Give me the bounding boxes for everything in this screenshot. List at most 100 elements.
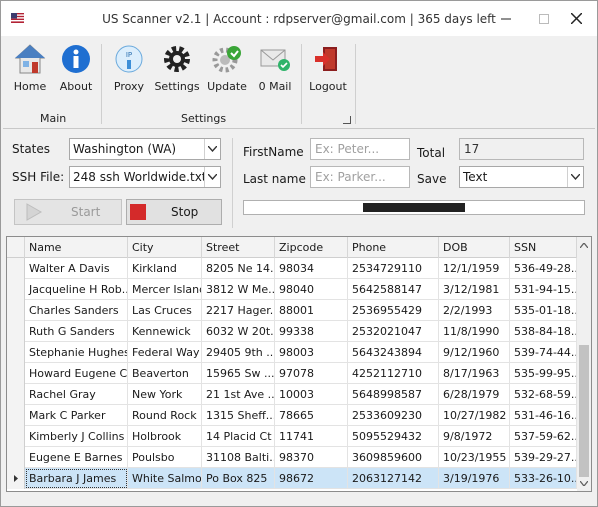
cell-dob[interactable]: 6/28/1979 xyxy=(439,384,510,405)
row-header[interactable] xyxy=(7,300,25,321)
logout-button[interactable]: Logout xyxy=(306,42,350,98)
row-header[interactable] xyxy=(7,405,25,426)
cell-ssn[interactable]: 531-94-15... xyxy=(510,279,577,300)
cell-ssn[interactable]: 535-01-18... xyxy=(510,300,577,321)
cell-city[interactable]: New York xyxy=(128,384,202,405)
lastname-field[interactable]: Ex: Parker... xyxy=(310,166,410,188)
cell-name[interactable]: Mark C Parker xyxy=(25,405,128,426)
home-button[interactable]: Home xyxy=(11,42,49,98)
column-header-zipcode[interactable]: Zipcode xyxy=(275,237,348,258)
cell-dob[interactable]: 2/2/1993 xyxy=(439,300,510,321)
cell-city[interactable]: Kirkland xyxy=(128,258,202,279)
cell-ssn[interactable]: 531-46-16... xyxy=(510,405,577,426)
mail-button[interactable]: 0 Mail xyxy=(253,42,297,98)
cell-city[interactable]: Mercer Island xyxy=(128,279,202,300)
cell-zipcode[interactable]: 97078 xyxy=(275,363,348,384)
table-row[interactable]: Stephanie Hughes Federal Way 29405 9th ...… xyxy=(7,342,577,363)
cell-dob[interactable]: 9/12/1960 xyxy=(439,342,510,363)
cell-name[interactable]: Stephanie Hughes xyxy=(25,342,128,363)
cell-zipcode[interactable]: 98040 xyxy=(275,279,348,300)
cell-dob[interactable]: 8/17/1963 xyxy=(439,363,510,384)
cell-street[interactable]: 14 Placid Ct xyxy=(202,426,275,447)
table-row[interactable]: Mark C Parker Round Rock 1315 Sheff... 7866… xyxy=(7,405,577,426)
save-format-dropdown[interactable]: Text xyxy=(459,166,584,188)
cell-ssn[interactable]: 539-74-44... xyxy=(510,342,577,363)
cell-name[interactable]: Barbara J James xyxy=(25,468,128,489)
cell-dob[interactable]: 3/19/1976 xyxy=(439,468,510,489)
table-row[interactable]: Rachel Gray New York 21 1st Ave ... 10003 56… xyxy=(7,384,577,405)
cell-city[interactable]: Beaverton xyxy=(128,363,202,384)
cell-name[interactable]: Ruth G Sanders xyxy=(25,321,128,342)
cell-dob[interactable]: 10/27/1982 xyxy=(439,405,510,426)
start-button[interactable]: Start xyxy=(14,199,122,225)
cell-street[interactable]: 21 1st Ave ... xyxy=(202,384,275,405)
close-button[interactable] xyxy=(553,1,598,36)
row-header[interactable] xyxy=(7,279,25,300)
cell-ssn[interactable]: 538-84-18... xyxy=(510,321,577,342)
cell-dob[interactable]: 10/23/1955 xyxy=(439,447,510,468)
dialog-launcher-icon[interactable] xyxy=(343,116,351,124)
cell-phone[interactable]: 5648998587 xyxy=(348,384,439,405)
cell-zipcode[interactable]: 78665 xyxy=(275,405,348,426)
column-header-name[interactable]: Name xyxy=(25,237,128,258)
about-button[interactable]: About xyxy=(57,42,95,98)
table-row[interactable]: Howard Eugene C... Beaverton 15965 Sw ... 9… xyxy=(7,363,577,384)
cell-street[interactable]: Po Box 825 xyxy=(202,468,275,489)
update-button[interactable]: Update xyxy=(205,42,249,98)
cell-phone[interactable]: 2534729110 xyxy=(348,258,439,279)
cell-name[interactable]: Rachel Gray xyxy=(25,384,128,405)
cell-phone[interactable]: 2536955429 xyxy=(348,300,439,321)
cell-phone[interactable]: 4252112710 xyxy=(348,363,439,384)
scroll-thumb[interactable] xyxy=(579,345,589,477)
results-grid[interactable]: Name City Street Zipcode Phone DOB SSN W… xyxy=(6,236,592,492)
states-dropdown[interactable]: Washington (WA) xyxy=(69,138,221,160)
cell-street[interactable]: 3812 W Me... xyxy=(202,279,275,300)
ssh-file-dropdown[interactable]: 248 ssh Worldwide.txt xyxy=(69,166,221,188)
cell-name[interactable]: Jacqueline H Rob... xyxy=(25,279,128,300)
cell-city[interactable]: White Salmon xyxy=(128,468,202,489)
cell-name[interactable]: Howard Eugene C... xyxy=(25,363,128,384)
cell-dob[interactable]: 12/1/1959 xyxy=(439,258,510,279)
row-header[interactable] xyxy=(7,447,25,468)
cell-city[interactable]: Las Cruces xyxy=(128,300,202,321)
vertical-scrollbar[interactable] xyxy=(577,237,591,491)
column-header-ssn[interactable]: SSN xyxy=(510,237,577,258)
cell-name[interactable]: Eugene E Barnes xyxy=(25,447,128,468)
cell-dob[interactable]: 11/8/1990 xyxy=(439,321,510,342)
column-header-dob[interactable]: DOB xyxy=(439,237,510,258)
row-header[interactable] xyxy=(7,384,25,405)
cell-city[interactable]: Kennewick xyxy=(128,321,202,342)
cell-phone[interactable]: 2532021047 xyxy=(348,321,439,342)
cell-ssn[interactable]: 539-29-27... xyxy=(510,447,577,468)
cell-ssn[interactable]: 533-26-10... xyxy=(510,468,577,489)
cell-phone[interactable]: 3609859600 xyxy=(348,447,439,468)
row-header[interactable] xyxy=(7,258,25,279)
stop-button[interactable]: Stop xyxy=(126,199,222,225)
table-row[interactable]: Barbara J James White Salmon Po Box 825 986… xyxy=(7,468,577,489)
table-row[interactable]: Ruth G Sanders Kennewick 6032 W 20t... 9933… xyxy=(7,321,577,342)
cell-phone[interactable]: 5643243894 xyxy=(348,342,439,363)
cell-phone[interactable]: 5095529432 xyxy=(348,426,439,447)
row-header[interactable] xyxy=(7,321,25,342)
scroll-down-icon[interactable] xyxy=(577,475,591,491)
cell-city[interactable]: Holbrook xyxy=(128,426,202,447)
table-row[interactable]: Walter A Davis Kirkland 8205 Ne 14... 98034… xyxy=(7,258,577,279)
table-row[interactable]: Jacqueline H Rob... Mercer Island 3812 W M… xyxy=(7,279,577,300)
cell-zipcode[interactable]: 10003 xyxy=(275,384,348,405)
cell-zipcode[interactable]: 98034 xyxy=(275,258,348,279)
cell-phone[interactable]: 2063127142 xyxy=(348,468,439,489)
cell-city[interactable]: Round Rock xyxy=(128,405,202,426)
cell-ssn[interactable]: 535-99-95... xyxy=(510,363,577,384)
cell-city[interactable]: Federal Way xyxy=(128,342,202,363)
cell-city[interactable]: Poulsbo xyxy=(128,447,202,468)
cell-ssn[interactable]: 532-68-59... xyxy=(510,384,577,405)
cell-dob[interactable]: 9/8/1972 xyxy=(439,426,510,447)
firstname-field[interactable]: Ex: Peter... xyxy=(310,138,410,160)
cell-name[interactable]: Kimberly J Collins xyxy=(25,426,128,447)
cell-zipcode[interactable]: 98003 xyxy=(275,342,348,363)
table-row[interactable]: Charles Sanders Las Cruces 2217 Hager... 88… xyxy=(7,300,577,321)
cell-street[interactable]: 2217 Hager... xyxy=(202,300,275,321)
cell-phone[interactable]: 2533609230 xyxy=(348,405,439,426)
cell-phone[interactable]: 5642588147 xyxy=(348,279,439,300)
cell-zipcode[interactable]: 98672 xyxy=(275,468,348,489)
